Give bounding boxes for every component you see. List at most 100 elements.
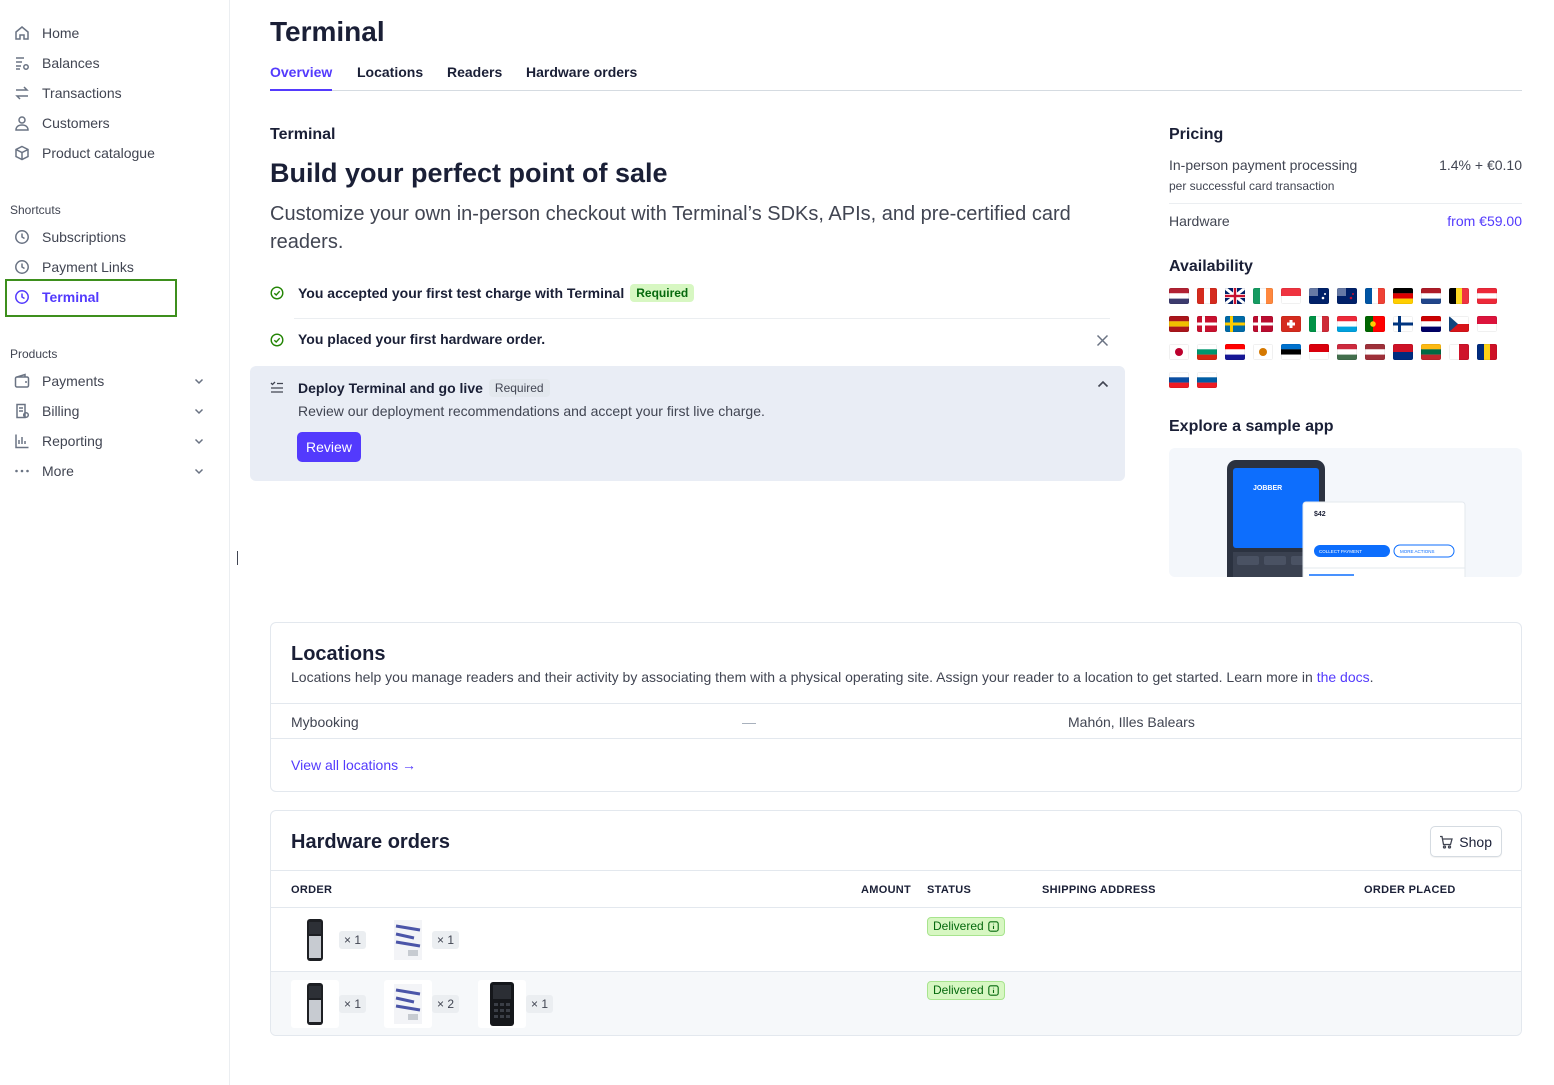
- sidebar-item-more[interactable]: More: [8, 456, 218, 486]
- flag-ch-icon: [1281, 316, 1301, 332]
- tab-locations[interactable]: Locations: [357, 64, 423, 80]
- flag-us-icon: [1169, 288, 1189, 304]
- sidebar-item-label: Balances: [42, 55, 100, 71]
- item-quantity: × 1: [339, 931, 367, 949]
- status-badge: Delivered: [927, 917, 1005, 936]
- hardware-price-link[interactable]: from €59.00: [1447, 213, 1522, 229]
- flag-cy-icon: [1253, 344, 1273, 360]
- table-row[interactable]: × 1 × 2 × 1 Delivered: [271, 972, 1521, 1035]
- column-header: SHIPPING ADDRESS: [1042, 884, 1156, 896]
- flag-de-icon: [1393, 288, 1413, 304]
- tab-hardware-orders[interactable]: Hardware orders: [526, 64, 637, 80]
- customers-icon: [12, 113, 32, 133]
- flag-it-icon: [1309, 316, 1329, 332]
- locations-heading: Locations: [291, 643, 386, 665]
- sample-app-heading: Explore a sample app: [1169, 418, 1334, 435]
- sidebar-item-reporting[interactable]: Reporting: [8, 426, 218, 456]
- sidebar: Home Balances Transactions Customers Pro…: [0, 0, 230, 1085]
- status-text: Delivered: [933, 983, 984, 997]
- flag-pt-icon: [1365, 316, 1385, 332]
- shop-button[interactable]: Shop: [1430, 826, 1502, 857]
- column-header: AMOUNT: [861, 884, 912, 896]
- flag-dk-icon: [1197, 316, 1217, 332]
- flag-hu-icon: [1337, 344, 1357, 360]
- divider: [294, 318, 1110, 319]
- chevron-up-icon[interactable]: [1096, 377, 1110, 391]
- reader-wisepad-thumbnail: [478, 980, 526, 1028]
- sidebar-item-customers[interactable]: Customers: [8, 108, 218, 138]
- sidebar-item-product-catalogue[interactable]: Product catalogue: [8, 138, 218, 168]
- column-header: ORDER PLACED: [1364, 884, 1456, 896]
- flag-nz-icon: [1337, 288, 1357, 304]
- hardware-orders-card: Hardware orders Shop ORDER AMOUNT STATUS…: [270, 810, 1522, 1036]
- item-quantity: × 1: [432, 931, 460, 949]
- kit-thumbnail: [384, 916, 432, 964]
- sidebar-item-balances[interactable]: Balances: [8, 48, 218, 78]
- sidebar-item-payments[interactable]: Payments: [8, 366, 218, 396]
- review-button[interactable]: Review: [297, 432, 361, 462]
- location-placeholder: —: [742, 714, 756, 730]
- sidebar-item-subscriptions[interactable]: Subscriptions: [8, 222, 218, 252]
- product-catalogue-icon: [12, 143, 32, 163]
- wallet-icon: [12, 371, 32, 391]
- close-icon[interactable]: [1096, 334, 1109, 347]
- column-header: STATUS: [927, 884, 972, 896]
- flag-se-icon: [1225, 316, 1245, 332]
- info-icon[interactable]: [987, 985, 999, 996]
- kit-thumbnail: [384, 980, 432, 1028]
- chevron-down-icon: [194, 438, 204, 445]
- hero-title: Build your perfect point of sale: [270, 158, 668, 188]
- column-header: ORDER: [291, 884, 333, 896]
- deploy-title: Deploy Terminal and go live: [298, 380, 483, 396]
- locations-card: Locations Locations help you manage read…: [270, 622, 1522, 792]
- availability-heading: Availability: [1169, 258, 1253, 275]
- sidebar-item-payment-links[interactable]: Payment Links: [8, 252, 218, 282]
- shortcuts-heading: Shortcuts: [10, 203, 61, 217]
- flag-gb-icon: [1225, 288, 1245, 304]
- flag-fi-icon: [1393, 316, 1413, 332]
- sidebar-item-transactions[interactable]: Transactions: [8, 78, 218, 108]
- locations-description: Locations help you manage readers and th…: [291, 669, 1317, 685]
- flag-cz-icon: [1449, 316, 1469, 332]
- tab-bar: Overview Locations Readers Hardware orde…: [270, 62, 1522, 91]
- home-icon: [12, 23, 32, 43]
- flag-nl-icon: [1421, 288, 1441, 304]
- pricing-heading: Pricing: [1169, 126, 1224, 143]
- chevron-down-icon: [194, 378, 204, 385]
- sidebar-item-home[interactable]: Home: [8, 18, 218, 48]
- item-quantity: × 1: [339, 995, 367, 1013]
- flag-lv-icon: [1365, 344, 1385, 360]
- transactions-icon: [12, 83, 32, 103]
- chevron-down-icon: [194, 468, 204, 475]
- table-row[interactable]: × 1 × 1 Delivered: [271, 908, 1521, 972]
- sidebar-item-billing[interactable]: Billing: [8, 396, 218, 426]
- sidebar-item-label: Customers: [42, 115, 110, 131]
- shop-label: Shop: [1459, 833, 1492, 850]
- location-row[interactable]: Mybooking — Mahón, Illes Balears: [271, 703, 1521, 739]
- task-text: You accepted your first test charge with…: [298, 285, 625, 301]
- pricing-sublabel: per successful card transaction: [1169, 179, 1335, 193]
- sidebar-item-label: Reporting: [42, 433, 103, 449]
- billing-icon: [12, 401, 32, 421]
- flag-no-icon: [1253, 316, 1273, 332]
- sample-app-more: MORE ACTIONS: [1400, 549, 1435, 554]
- view-all-locations-link[interactable]: View all locations →: [291, 757, 416, 773]
- sample-app-preview[interactable]: JOBBER $42 COLLECT PAYMENT MORE ACTIONS: [1169, 448, 1522, 577]
- sidebar-item-label: Transactions: [42, 85, 122, 101]
- clock-icon: [12, 287, 32, 307]
- sidebar-item-terminal[interactable]: Terminal: [8, 282, 218, 312]
- tab-readers[interactable]: Readers: [447, 64, 502, 80]
- docs-link[interactable]: the docs: [1317, 669, 1370, 685]
- sidebar-item-label: Payment Links: [42, 259, 134, 275]
- section-label: Terminal: [270, 126, 336, 143]
- info-icon[interactable]: [987, 921, 999, 932]
- sidebar-item-label: Home: [42, 25, 80, 41]
- pricing-label: Hardware: [1169, 213, 1230, 229]
- tab-overview[interactable]: Overview: [270, 64, 333, 91]
- deploy-task-panel: Deploy Terminal and go live Required Revi…: [250, 366, 1125, 481]
- item-quantity: × 1: [526, 995, 554, 1013]
- sidebar-item-label: More: [42, 463, 74, 479]
- location-name: Mybooking: [291, 714, 359, 730]
- flag-ie-icon: [1253, 288, 1273, 304]
- chevron-down-icon: [194, 408, 204, 415]
